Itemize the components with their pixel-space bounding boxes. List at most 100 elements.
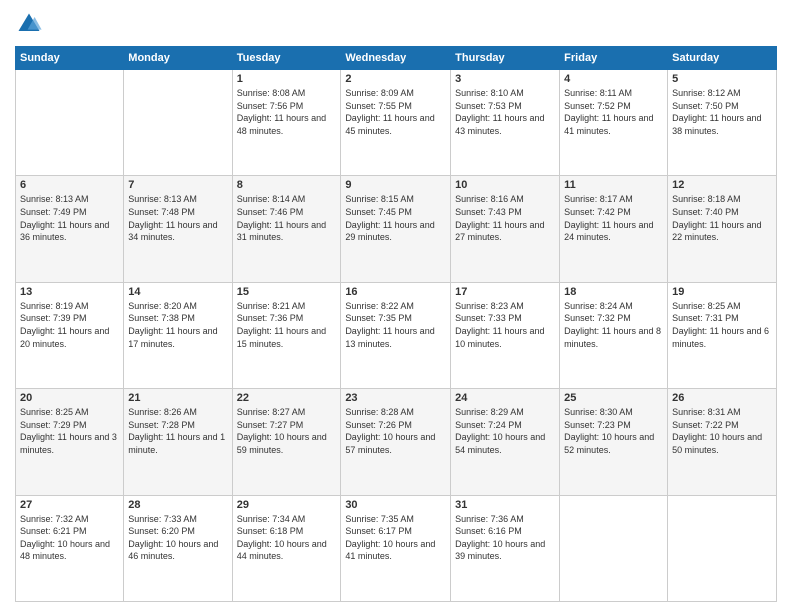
calendar-cell: 21 Sunrise: 8:26 AMSunset: 7:28 PMDaylig… — [124, 389, 232, 495]
header-day: Saturday — [668, 47, 777, 70]
day-number: 7 — [128, 179, 227, 191]
day-info: Sunrise: 8:19 AMSunset: 7:39 PMDaylight:… — [20, 300, 119, 350]
calendar-week: 13 Sunrise: 8:19 AMSunset: 7:39 PMDaylig… — [16, 282, 777, 388]
day-number: 21 — [128, 392, 227, 404]
day-number: 4 — [564, 73, 663, 85]
day-number: 27 — [20, 499, 119, 511]
day-info: Sunrise: 8:25 AMSunset: 7:31 PMDaylight:… — [672, 300, 772, 350]
day-info: Sunrise: 8:18 AMSunset: 7:40 PMDaylight:… — [672, 193, 772, 243]
calendar-cell — [560, 495, 668, 601]
day-info: Sunrise: 8:09 AMSunset: 7:55 PMDaylight:… — [345, 87, 446, 137]
day-number: 26 — [672, 392, 772, 404]
day-number: 5 — [672, 73, 772, 85]
day-number: 3 — [455, 73, 555, 85]
day-info: Sunrise: 8:13 AMSunset: 7:49 PMDaylight:… — [20, 193, 119, 243]
day-number: 20 — [20, 392, 119, 404]
day-info: Sunrise: 8:14 AMSunset: 7:46 PMDaylight:… — [237, 193, 337, 243]
day-info: Sunrise: 7:35 AMSunset: 6:17 PMDaylight:… — [345, 513, 446, 563]
day-info: Sunrise: 7:32 AMSunset: 6:21 PMDaylight:… — [20, 513, 119, 563]
calendar-cell: 5 Sunrise: 8:12 AMSunset: 7:50 PMDayligh… — [668, 70, 777, 176]
calendar-cell: 6 Sunrise: 8:13 AMSunset: 7:49 PMDayligh… — [16, 176, 124, 282]
calendar-week: 1 Sunrise: 8:08 AMSunset: 7:56 PMDayligh… — [16, 70, 777, 176]
day-number: 13 — [20, 286, 119, 298]
calendar-week: 6 Sunrise: 8:13 AMSunset: 7:49 PMDayligh… — [16, 176, 777, 282]
day-number: 15 — [237, 286, 337, 298]
day-number: 28 — [128, 499, 227, 511]
calendar-cell: 3 Sunrise: 8:10 AMSunset: 7:53 PMDayligh… — [451, 70, 560, 176]
day-number: 8 — [237, 179, 337, 191]
calendar-cell — [124, 70, 232, 176]
day-number: 9 — [345, 179, 446, 191]
calendar-cell: 30 Sunrise: 7:35 AMSunset: 6:17 PMDaylig… — [341, 495, 451, 601]
day-info: Sunrise: 7:36 AMSunset: 6:16 PMDaylight:… — [455, 513, 555, 563]
day-number: 30 — [345, 499, 446, 511]
calendar-week: 27 Sunrise: 7:32 AMSunset: 6:21 PMDaylig… — [16, 495, 777, 601]
calendar-cell: 11 Sunrise: 8:17 AMSunset: 7:42 PMDaylig… — [560, 176, 668, 282]
day-number: 16 — [345, 286, 446, 298]
day-info: Sunrise: 8:10 AMSunset: 7:53 PMDaylight:… — [455, 87, 555, 137]
day-number: 29 — [237, 499, 337, 511]
header-day: Thursday — [451, 47, 560, 70]
calendar-cell: 23 Sunrise: 8:28 AMSunset: 7:26 PMDaylig… — [341, 389, 451, 495]
day-number: 12 — [672, 179, 772, 191]
calendar-cell: 27 Sunrise: 7:32 AMSunset: 6:21 PMDaylig… — [16, 495, 124, 601]
calendar-cell: 13 Sunrise: 8:19 AMSunset: 7:39 PMDaylig… — [16, 282, 124, 388]
day-info: Sunrise: 8:27 AMSunset: 7:27 PMDaylight:… — [237, 406, 337, 456]
calendar-cell: 9 Sunrise: 8:15 AMSunset: 7:45 PMDayligh… — [341, 176, 451, 282]
day-number: 31 — [455, 499, 555, 511]
calendar-cell — [16, 70, 124, 176]
day-info: Sunrise: 8:11 AMSunset: 7:52 PMDaylight:… — [564, 87, 663, 137]
calendar-cell: 24 Sunrise: 8:29 AMSunset: 7:24 PMDaylig… — [451, 389, 560, 495]
calendar-cell: 4 Sunrise: 8:11 AMSunset: 7:52 PMDayligh… — [560, 70, 668, 176]
calendar-cell: 22 Sunrise: 8:27 AMSunset: 7:27 PMDaylig… — [232, 389, 341, 495]
day-info: Sunrise: 8:23 AMSunset: 7:33 PMDaylight:… — [455, 300, 555, 350]
day-info: Sunrise: 8:15 AMSunset: 7:45 PMDaylight:… — [345, 193, 446, 243]
header-day: Sunday — [16, 47, 124, 70]
calendar-cell: 31 Sunrise: 7:36 AMSunset: 6:16 PMDaylig… — [451, 495, 560, 601]
day-info: Sunrise: 8:29 AMSunset: 7:24 PMDaylight:… — [455, 406, 555, 456]
calendar-cell: 19 Sunrise: 8:25 AMSunset: 7:31 PMDaylig… — [668, 282, 777, 388]
day-info: Sunrise: 8:17 AMSunset: 7:42 PMDaylight:… — [564, 193, 663, 243]
page: SundayMondayTuesdayWednesdayThursdayFrid… — [0, 0, 792, 612]
day-info: Sunrise: 8:22 AMSunset: 7:35 PMDaylight:… — [345, 300, 446, 350]
header-row: SundayMondayTuesdayWednesdayThursdayFrid… — [16, 47, 777, 70]
day-number: 23 — [345, 392, 446, 404]
day-info: Sunrise: 8:30 AMSunset: 7:23 PMDaylight:… — [564, 406, 663, 456]
day-info: Sunrise: 8:21 AMSunset: 7:36 PMDaylight:… — [237, 300, 337, 350]
day-number: 17 — [455, 286, 555, 298]
calendar-table: SundayMondayTuesdayWednesdayThursdayFrid… — [15, 46, 777, 602]
calendar-cell: 15 Sunrise: 8:21 AMSunset: 7:36 PMDaylig… — [232, 282, 341, 388]
day-info: Sunrise: 8:31 AMSunset: 7:22 PMDaylight:… — [672, 406, 772, 456]
day-number: 18 — [564, 286, 663, 298]
day-info: Sunrise: 8:24 AMSunset: 7:32 PMDaylight:… — [564, 300, 663, 350]
calendar-cell: 18 Sunrise: 8:24 AMSunset: 7:32 PMDaylig… — [560, 282, 668, 388]
day-info: Sunrise: 8:25 AMSunset: 7:29 PMDaylight:… — [20, 406, 119, 456]
calendar-cell: 2 Sunrise: 8:09 AMSunset: 7:55 PMDayligh… — [341, 70, 451, 176]
header-day: Wednesday — [341, 47, 451, 70]
day-info: Sunrise: 7:33 AMSunset: 6:20 PMDaylight:… — [128, 513, 227, 563]
calendar-cell: 20 Sunrise: 8:25 AMSunset: 7:29 PMDaylig… — [16, 389, 124, 495]
header-day: Tuesday — [232, 47, 341, 70]
calendar-cell: 25 Sunrise: 8:30 AMSunset: 7:23 PMDaylig… — [560, 389, 668, 495]
calendar-cell: 1 Sunrise: 8:08 AMSunset: 7:56 PMDayligh… — [232, 70, 341, 176]
day-number: 1 — [237, 73, 337, 85]
day-number: 25 — [564, 392, 663, 404]
calendar-cell: 10 Sunrise: 8:16 AMSunset: 7:43 PMDaylig… — [451, 176, 560, 282]
calendar-cell: 28 Sunrise: 7:33 AMSunset: 6:20 PMDaylig… — [124, 495, 232, 601]
day-info: Sunrise: 8:20 AMSunset: 7:38 PMDaylight:… — [128, 300, 227, 350]
header — [15, 10, 777, 38]
day-number: 14 — [128, 286, 227, 298]
day-number: 11 — [564, 179, 663, 191]
day-info: Sunrise: 8:26 AMSunset: 7:28 PMDaylight:… — [128, 406, 227, 456]
day-info: Sunrise: 8:08 AMSunset: 7:56 PMDaylight:… — [237, 87, 337, 137]
logo-icon — [15, 10, 43, 38]
calendar-week: 20 Sunrise: 8:25 AMSunset: 7:29 PMDaylig… — [16, 389, 777, 495]
day-info: Sunrise: 8:12 AMSunset: 7:50 PMDaylight:… — [672, 87, 772, 137]
calendar-cell: 29 Sunrise: 7:34 AMSunset: 6:18 PMDaylig… — [232, 495, 341, 601]
day-number: 2 — [345, 73, 446, 85]
calendar-cell: 7 Sunrise: 8:13 AMSunset: 7:48 PMDayligh… — [124, 176, 232, 282]
day-number: 19 — [672, 286, 772, 298]
day-number: 10 — [455, 179, 555, 191]
header-day: Monday — [124, 47, 232, 70]
calendar-cell: 14 Sunrise: 8:20 AMSunset: 7:38 PMDaylig… — [124, 282, 232, 388]
